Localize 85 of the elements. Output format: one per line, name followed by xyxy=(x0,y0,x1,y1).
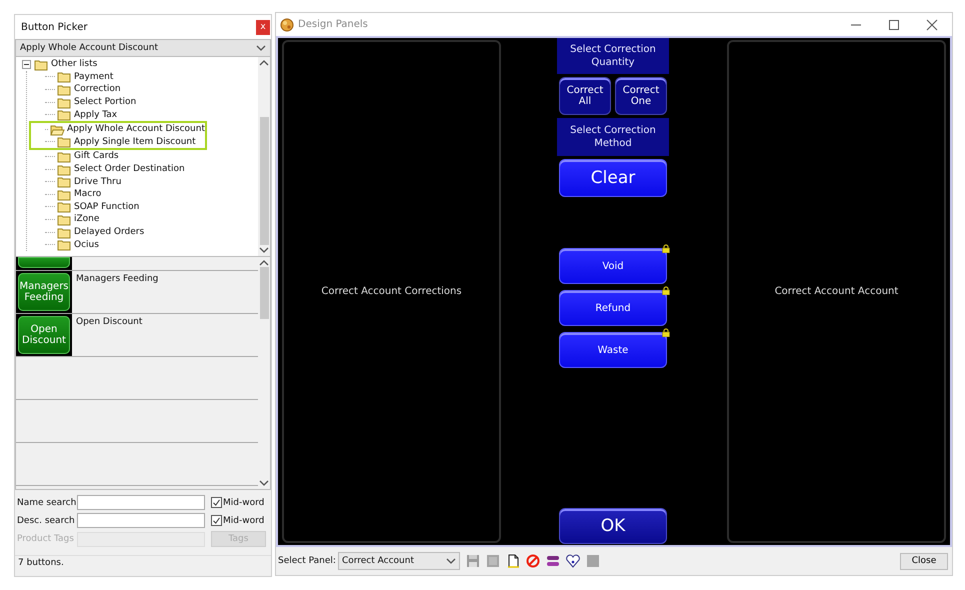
close-button[interactable]: Close xyxy=(900,552,948,570)
checkbox[interactable] xyxy=(211,497,222,508)
scroll-down-icon xyxy=(259,246,269,254)
button-preview[interactable]: Open Discount xyxy=(18,316,70,354)
scroll-thumb[interactable] xyxy=(260,117,268,245)
checkbox-label: Mid-word xyxy=(223,516,264,526)
window-title: Design Panels xyxy=(298,19,368,30)
folder-icon xyxy=(57,150,72,163)
tree-item[interactable]: Select Portion xyxy=(74,97,136,108)
app-icon xyxy=(280,18,294,32)
scroll-up-icon xyxy=(259,59,269,67)
scroll-down-icon xyxy=(446,557,456,565)
panel-button[interactable]: Void xyxy=(559,248,667,284)
check-icon xyxy=(212,497,221,508)
folder-icon xyxy=(57,226,72,239)
collapse-icon[interactable] xyxy=(22,60,31,69)
minus-icon xyxy=(22,60,31,69)
panel-button[interactable]: Correct One xyxy=(615,77,667,115)
tree-item[interactable]: Gift Cards xyxy=(74,151,119,162)
folder-icon xyxy=(57,212,72,226)
button-description: Managers Feeding xyxy=(75,273,160,286)
category-dropdown[interactable]: Apply Whole Account Discount xyxy=(15,39,271,57)
button-preview[interactable]: Managers Feeding xyxy=(18,273,70,311)
button-preview xyxy=(18,257,70,268)
maximize-icon xyxy=(888,18,900,30)
tree-item[interactable]: Select Order Destination xyxy=(74,164,185,174)
field-label: Product Tags xyxy=(17,534,75,544)
search-field[interactable] xyxy=(77,513,205,528)
scroll-down-icon xyxy=(259,479,269,487)
tree-item[interactable]: Payment xyxy=(74,72,114,82)
scrollbar[interactable] xyxy=(258,57,270,256)
checkbox[interactable] xyxy=(211,515,222,526)
field-label: Select Panel: xyxy=(278,556,336,566)
tree-item[interactable]: Ocius xyxy=(74,240,99,250)
panel-button[interactable]: Refund xyxy=(559,290,667,326)
folder-icon xyxy=(57,175,72,188)
tree-item[interactable]: Apply Single Item Discount xyxy=(74,136,196,147)
folder-icon xyxy=(57,70,72,84)
prohibited-icon[interactable] xyxy=(526,554,540,568)
field-label: Name search xyxy=(17,498,75,508)
tree-item[interactable]: Correction xyxy=(74,84,121,94)
status-text: 7 buttons. xyxy=(15,555,271,576)
folder-icon xyxy=(50,122,65,136)
square-icon[interactable] xyxy=(586,554,600,568)
button-description: Open Discount xyxy=(75,316,144,329)
folder-icon xyxy=(57,108,72,122)
scroll-thumb[interactable] xyxy=(260,267,268,319)
panel-button[interactable]: Clear xyxy=(559,159,667,197)
ok-button[interactable]: OK xyxy=(559,508,667,544)
panel[interactable]: Correct Account Corrections xyxy=(282,40,501,543)
panel-label: Select Correction Quantity xyxy=(557,38,669,74)
heart-icon[interactable] xyxy=(566,554,580,568)
folder-icon xyxy=(57,96,72,109)
scrollbar[interactable] xyxy=(258,257,270,489)
folder-icon xyxy=(57,82,72,96)
folder-icon xyxy=(57,200,72,214)
field-label: Desc. search xyxy=(17,516,75,526)
folder-icon xyxy=(57,162,72,176)
close-icon xyxy=(926,18,938,30)
panel-dropdown[interactable]: Correct Account xyxy=(338,552,460,570)
tree-item[interactable]: Delayed Orders xyxy=(74,227,144,238)
tree-item[interactable]: Apply Whole Account Discount xyxy=(67,124,205,134)
scroll-up-icon xyxy=(259,259,269,267)
tree-item[interactable]: Apply Tax xyxy=(74,110,118,120)
checkbox-label: Mid-word xyxy=(223,498,264,508)
panel-button[interactable]: Correct All xyxy=(559,77,611,115)
bars-icon[interactable] xyxy=(546,554,560,568)
search-field[interactable] xyxy=(77,495,205,510)
document-icon[interactable] xyxy=(506,554,520,568)
tree-item[interactable]: Drive Thru xyxy=(74,176,122,187)
panel-button[interactable]: Waste xyxy=(559,332,667,368)
scroll-down-icon xyxy=(256,44,266,52)
panel-label: Select Correction Method xyxy=(557,118,669,156)
tree-item[interactable]: SOAP Function xyxy=(74,202,140,212)
window-title: Button Picker xyxy=(21,22,88,32)
folder-icon xyxy=(57,188,72,201)
tree-item[interactable]: Macro xyxy=(74,189,102,200)
folder-icon xyxy=(57,135,72,148)
tree-item[interactable]: Other lists xyxy=(51,59,98,70)
check-icon xyxy=(212,515,221,526)
panel[interactable]: Correct Account Account xyxy=(727,40,946,543)
folder-icon xyxy=(57,238,72,252)
close-button[interactable]: x xyxy=(256,20,270,34)
tree-item[interactable]: iZone xyxy=(74,214,100,224)
square-icon[interactable] xyxy=(486,554,500,568)
